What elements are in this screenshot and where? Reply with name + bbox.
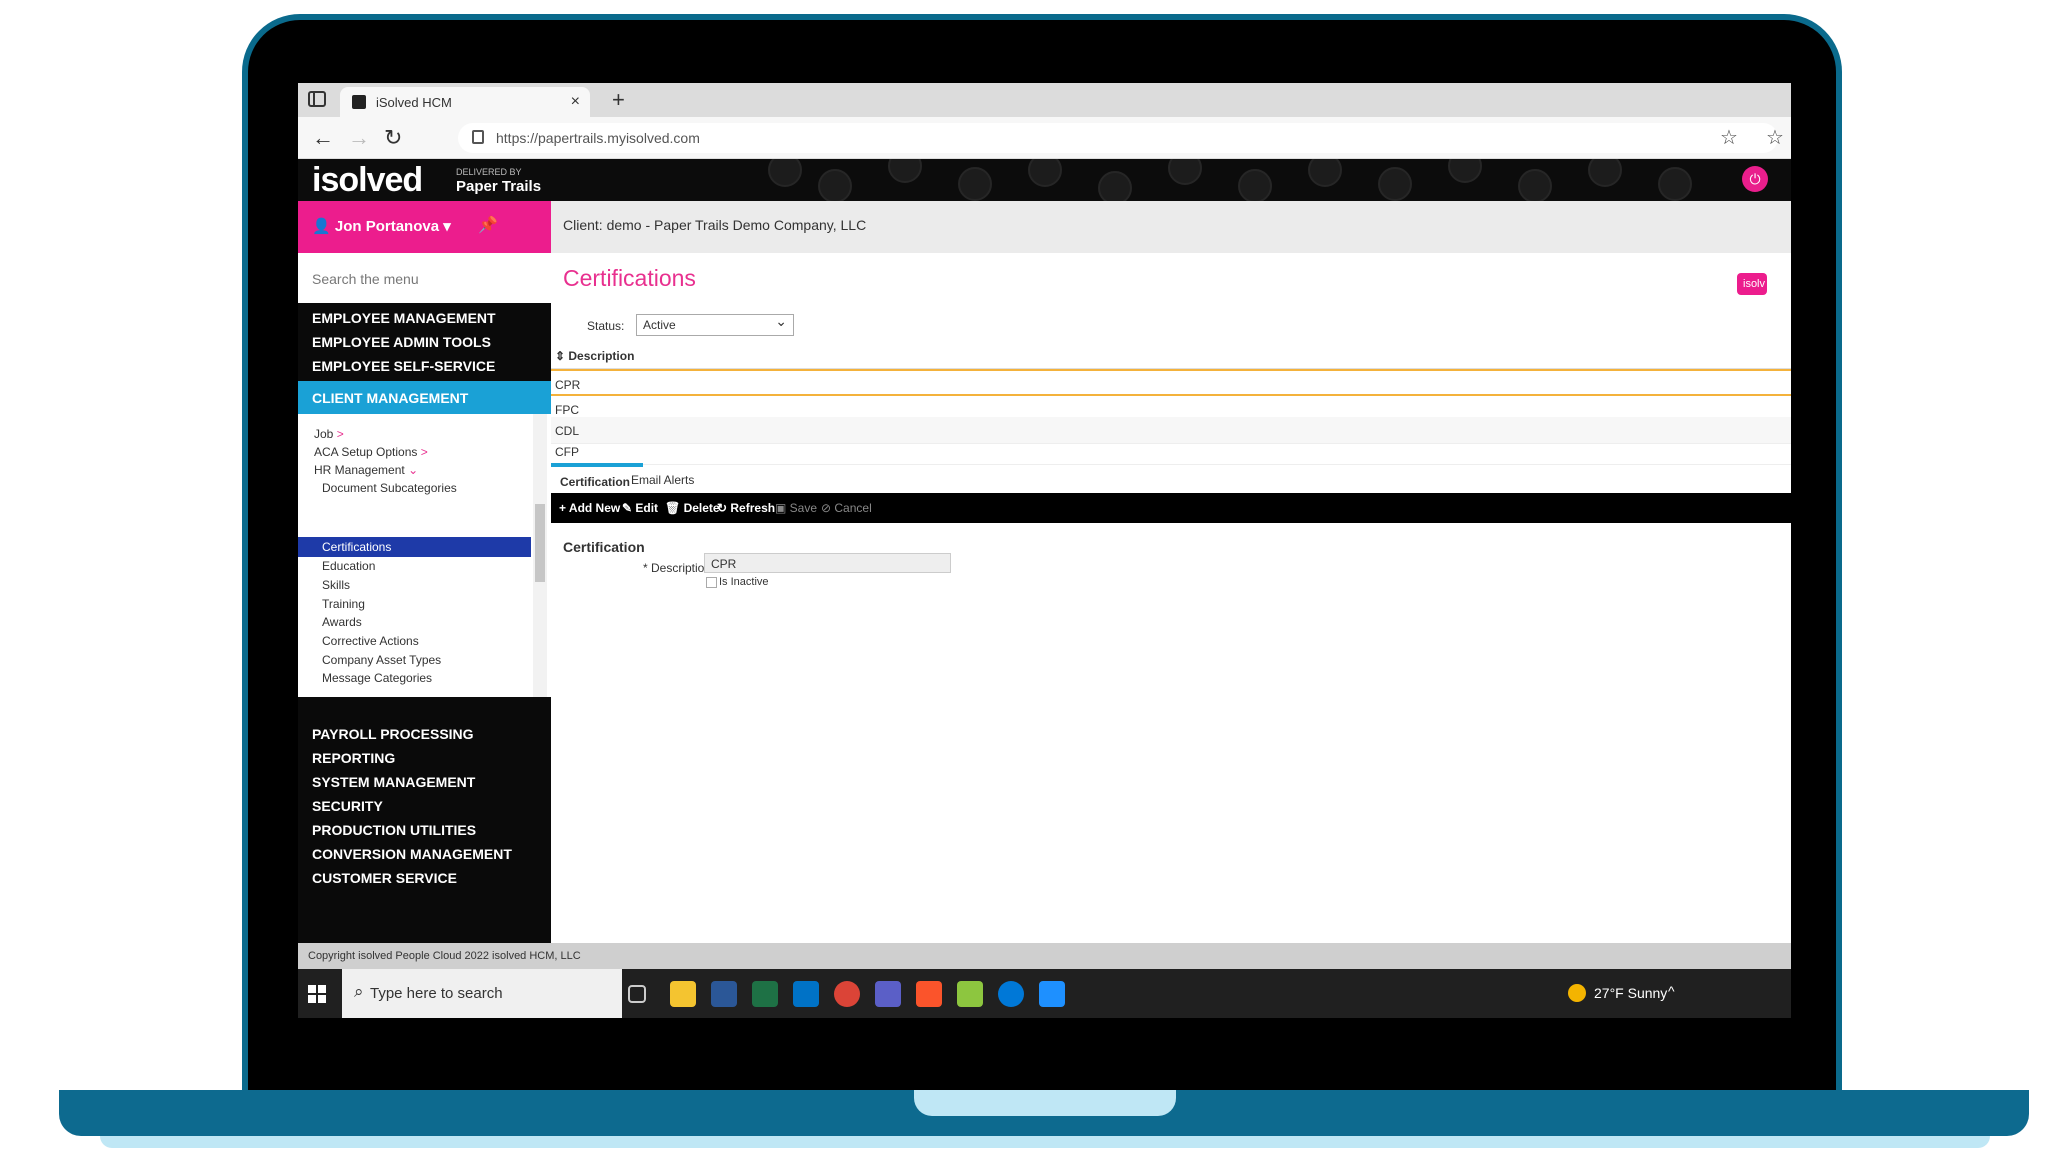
is-inactive-label: Is Inactive	[719, 576, 769, 588]
app-header: isolved DELIVERED BY Paper Trails ⏻	[298, 159, 1791, 201]
file-explorer-icon[interactable]	[670, 981, 696, 1007]
client-bar: Client: demo - Paper Trails Demo Company…	[551, 201, 1791, 253]
outlook-icon[interactable]	[793, 981, 819, 1007]
new-tab-button[interactable]: +	[612, 87, 625, 113]
status-select[interactable]: Active	[636, 313, 794, 336]
tab-actions-icon[interactable]	[308, 91, 326, 107]
active-tab-indicator	[551, 463, 643, 467]
user-name-label: Jon Portanova ▾	[334, 218, 451, 235]
user-menu[interactable]: 👤 Jon Portanova ▾ 📌	[298, 201, 551, 253]
submenu-awards[interactable]: Awards	[322, 615, 362, 629]
windows-start-icon[interactable]	[308, 985, 326, 1003]
submenu-document-subcategories[interactable]: Document Subcategories	[322, 481, 457, 495]
submenu-scrollbar[interactable]	[533, 414, 547, 697]
weather-icon	[1568, 984, 1586, 1002]
user-name[interactable]: 👤 Jon Portanova ▾	[312, 217, 451, 235]
favorites-icon[interactable]: ☆	[1766, 125, 1784, 150]
windows-taskbar: ⌕ Type here to search 27°F Sunny ^	[298, 969, 1791, 1018]
menu-customer-service[interactable]: CUSTOMER SERVICE	[298, 863, 551, 893]
main-content: Client: demo - Paper Trails Demo Company…	[551, 201, 1791, 943]
scroll-thumb[interactable]	[535, 504, 545, 582]
delete-button[interactable]: 🗑 Delete	[665, 501, 720, 515]
task-view-icon[interactable]	[628, 985, 646, 1003]
submenu-education[interactable]: Education	[322, 559, 375, 573]
laptop-base-shadow	[100, 1136, 1990, 1148]
add-new-button[interactable]: + Add New	[559, 501, 620, 515]
cancel-button[interactable]: ⊘ Cancel	[821, 501, 872, 515]
form-title: Certification	[563, 539, 645, 555]
footer: Copyright isolved People Cloud 2022 isol…	[298, 943, 1791, 969]
menu-search-input[interactable]: Search the menu	[298, 253, 551, 303]
favicon-icon	[352, 95, 366, 109]
edge-icon[interactable]	[998, 981, 1024, 1007]
forward-icon[interactable]: →	[348, 125, 370, 151]
refresh-button[interactable]: ↻ Refresh	[717, 501, 775, 515]
description-input[interactable]: CPR	[704, 553, 951, 573]
form-toolbar: + Add New ✎ Edit 🗑 Delete ↻ Refresh ▣ Sa…	[551, 493, 1791, 523]
save-button[interactable]: ▣ Save	[775, 501, 817, 515]
logo-delivered-by: DELIVERED BY	[456, 167, 522, 177]
menu-client-management[interactable]: CLIENT MANAGEMENT	[298, 381, 551, 414]
url-field[interactable]: https://papertrails.myisolved.com	[458, 123, 1778, 153]
submenu-skills[interactable]: Skills	[322, 578, 350, 592]
submenu-company-asset-types[interactable]: Company Asset Types	[322, 653, 441, 667]
photos-icon[interactable]	[1039, 981, 1065, 1007]
tab-email-alerts[interactable]: Email Alerts	[631, 473, 694, 487]
taskbar-search[interactable]: ⌕ Type here to search	[342, 969, 622, 1018]
is-inactive-checkbox[interactable]	[706, 577, 717, 588]
submenu-corrective-actions[interactable]: Corrective Actions	[322, 634, 419, 648]
isolved-badge[interactable]: isolv	[1737, 273, 1767, 295]
logo-paper-trails: Paper Trails	[456, 178, 542, 195]
word-icon[interactable]	[711, 981, 737, 1007]
submenu-message-categories[interactable]: Message Categories	[322, 671, 432, 685]
submenu-certifications[interactable]: Certifications	[322, 540, 391, 554]
table-row[interactable]: CPR	[551, 369, 1791, 396]
edit-button[interactable]: ✎ Edit	[622, 501, 658, 515]
browser-tab[interactable]: iSolved HCM ×	[340, 87, 590, 117]
lock-icon	[472, 130, 484, 144]
teams-icon[interactable]	[875, 981, 901, 1007]
client-management-submenu: Job > ACA Setup Options > HR Management …	[298, 414, 551, 697]
submenu-aca-setup-options[interactable]: ACA Setup Options >	[314, 445, 428, 459]
address-bar: ← → ↻ https://papertrails.myisolved.com …	[298, 117, 1791, 159]
pin-icon[interactable]: 📌	[478, 215, 498, 235]
page-title: Certifications	[563, 265, 696, 291]
weather-text[interactable]: 27°F Sunny	[1594, 985, 1667, 1001]
taskbar-search-text: Type here to search	[370, 985, 503, 1002]
close-tab-icon[interactable]: ×	[571, 93, 580, 111]
camtasia-icon[interactable]	[957, 981, 983, 1007]
status-label: Status:	[587, 319, 625, 333]
back-icon[interactable]: ←	[312, 125, 334, 151]
tab-certification[interactable]: Certification	[560, 475, 630, 489]
submenu-job[interactable]: Job >	[314, 427, 344, 441]
url-text: https://papertrails.myisolved.com	[496, 130, 700, 146]
submenu-hr-management[interactable]: HR Management ⌄	[314, 463, 418, 477]
user-icon: 👤	[312, 218, 335, 235]
grid-header-description[interactable]: ⇕ Description	[551, 341, 1791, 369]
reload-icon[interactable]: ↻	[384, 125, 402, 151]
screen: iSolved HCM × + ← → ↻ https://papertrail…	[298, 83, 1791, 1018]
search-icon: ⌕	[354, 982, 364, 1001]
menu-employee-self-service[interactable]: EMPLOYEE SELF-SERVICE	[298, 351, 551, 381]
browser-tab-bar: iSolved HCM × +	[298, 83, 1791, 117]
tab-title: iSolved HCM	[376, 95, 452, 110]
submenu-training[interactable]: Training	[322, 597, 365, 611]
table-row[interactable]: CFP	[551, 438, 1791, 465]
laptop-notch	[914, 1090, 1176, 1116]
isolved-logo: isolved	[312, 161, 423, 199]
exit-button[interactable]: ⏻	[1742, 166, 1768, 192]
sidebar: 👤 Jon Portanova ▾ 📌 Search the menu EMPL…	[298, 201, 551, 943]
add-favorite-icon[interactable]: ☆	[1720, 125, 1738, 150]
brave-icon[interactable]	[916, 981, 942, 1007]
excel-icon[interactable]	[752, 981, 778, 1007]
chrome-icon[interactable]	[834, 981, 860, 1007]
system-tray-chevron[interactable]: ^	[1668, 983, 1675, 999]
